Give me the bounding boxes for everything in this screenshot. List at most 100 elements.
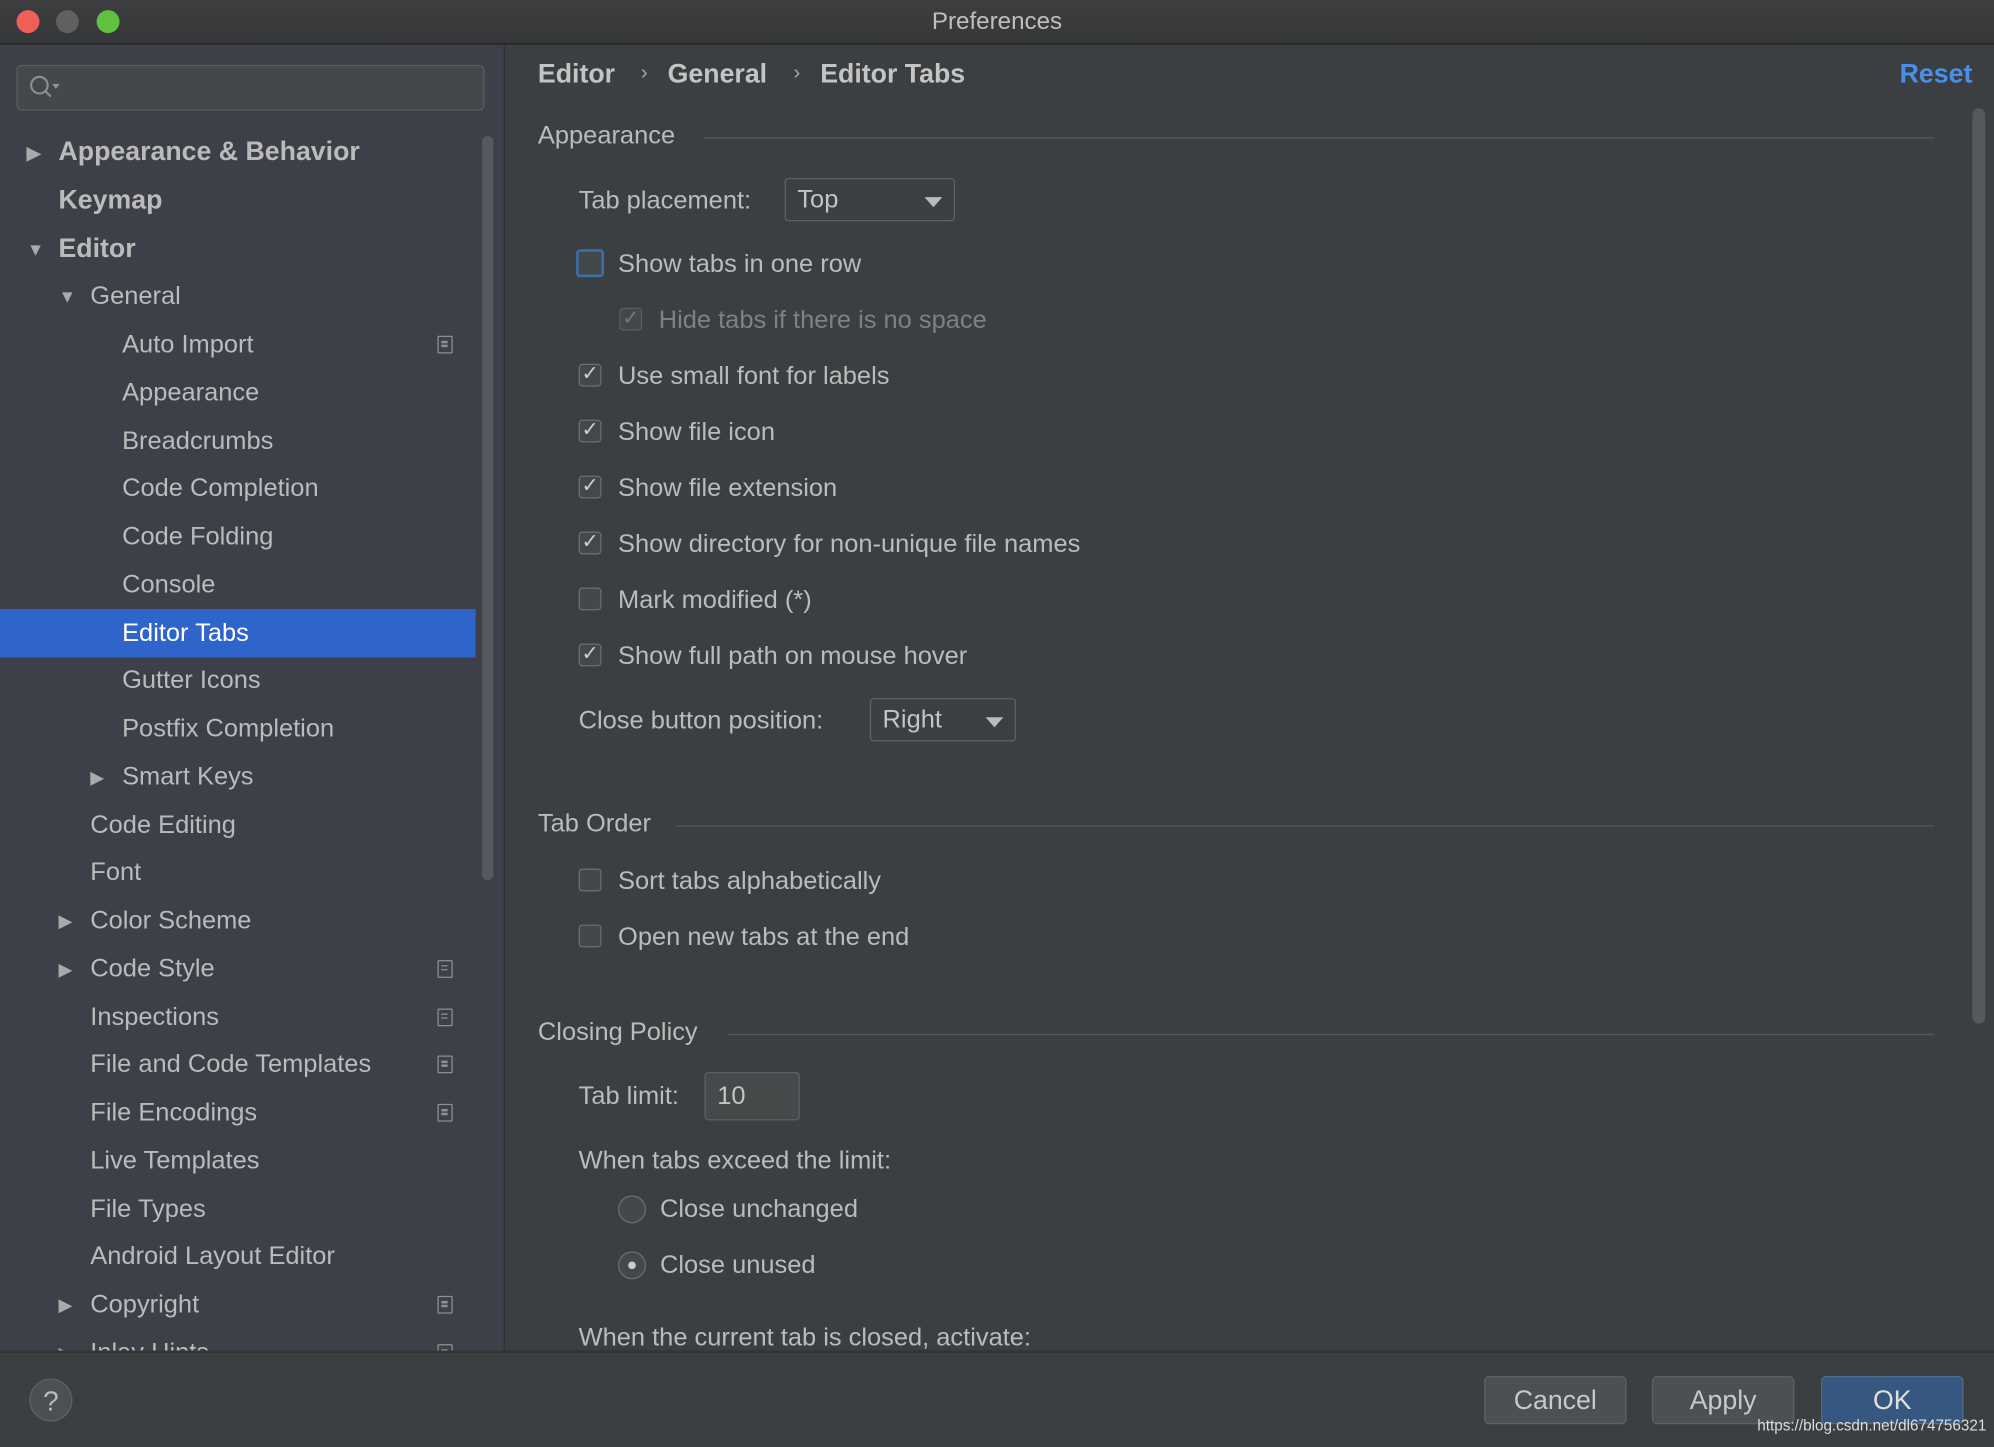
sidebar-item-label: Gutter Icons	[122, 666, 261, 695]
sidebar-item[interactable]: Console	[0, 560, 476, 608]
chevron-down-icon	[985, 717, 1004, 728]
checkbox-label: Hide tabs if there is no space	[658, 306, 987, 335]
checkbox[interactable]	[578, 868, 602, 892]
sidebar-item[interactable]: Font	[0, 849, 476, 897]
sidebar-item-label: Copyright	[90, 1290, 200, 1319]
chevron-right-icon[interactable]: ▶	[58, 1329, 72, 1351]
checkbox[interactable]: ✓	[619, 307, 643, 331]
checkbox-label: Open new tabs at the end	[618, 923, 910, 952]
tab-limit-input[interactable]: 10	[704, 1072, 800, 1121]
sidebar-item[interactable]: File and Code Templates	[0, 1041, 476, 1089]
chevron-right-icon[interactable]: ▶	[58, 945, 72, 993]
chevron-right-icon[interactable]: ▶	[90, 753, 104, 801]
sidebar-item-label: Inlay Hints	[90, 1329, 209, 1351]
radio-button[interactable]	[618, 1195, 647, 1224]
cancel-button[interactable]: Cancel	[1484, 1375, 1627, 1425]
checkbox-label: Show file extension	[618, 474, 838, 503]
chevron-down-icon[interactable]: ▼	[27, 224, 45, 272]
chevron-right-icon: ›	[793, 62, 801, 84]
sidebar-item-label: Postfix Completion	[122, 714, 335, 743]
checkbox[interactable]: ✓	[578, 475, 602, 499]
sidebar-item[interactable]: Breadcrumbs	[0, 416, 476, 464]
sidebar-item[interactable]: Code Editing	[0, 801, 476, 849]
search-icon	[30, 75, 60, 98]
watermark: https://blog.csdn.net/dl674756321	[1757, 1416, 1987, 1435]
chevron-right-icon[interactable]: ▶	[58, 897, 72, 945]
sidebar-item-label: Breadcrumbs	[122, 426, 274, 455]
checkbox[interactable]: ✓	[578, 531, 602, 555]
sidebar-item[interactable]: ▼ General	[0, 272, 476, 320]
project-settings-icon	[437, 1055, 453, 1074]
sidebar-item[interactable]: Keymap	[0, 176, 476, 224]
chevron-right-icon[interactable]: ▶	[58, 1281, 72, 1329]
sidebar-item[interactable]: Postfix Completion	[0, 705, 476, 753]
section-appearance-title: Appearance	[537, 122, 676, 151]
sidebar-item-label: Console	[122, 570, 216, 599]
sidebar-item[interactable]: Code Completion	[0, 464, 476, 512]
sidebar-item-label: Auto Import	[122, 330, 254, 359]
close-button-position-dropdown[interactable]: Right	[869, 698, 1017, 742]
sidebar-item[interactable]: ▶ Smart Keys	[0, 753, 476, 801]
sidebar-item-label: Code Folding	[122, 522, 274, 551]
sidebar-item-label: Appearance & Behavior	[58, 137, 360, 167]
sidebar-scrollbar[interactable]	[481, 136, 494, 881]
checkbox[interactable]	[578, 924, 602, 948]
sidebar-item-label: Android Layout Editor	[90, 1242, 335, 1271]
divider	[675, 825, 1935, 827]
sidebar-item-label: Live Templates	[90, 1146, 260, 1175]
sidebar-item[interactable]: Auto Import	[0, 320, 476, 368]
project-settings-icon	[437, 1103, 453, 1122]
checkbox-label: Mark modified (*)	[618, 586, 812, 615]
search-input[interactable]	[16, 64, 485, 111]
exceed-limit-label: When tabs exceed the limit:	[578, 1147, 892, 1176]
sidebar-item-label: Editor	[58, 233, 136, 263]
sidebar-item[interactable]: ▶ Appearance & Behavior	[0, 128, 476, 176]
sidebar-item[interactable]: File Types	[0, 1185, 476, 1233]
sidebar-item[interactable]: Appearance	[0, 368, 476, 416]
radio-label: Close unchanged	[660, 1195, 858, 1224]
sidebar-item[interactable]: ▶ Code Style	[0, 945, 476, 993]
sidebar-item[interactable]: ▶ Color Scheme	[0, 897, 476, 945]
divider	[728, 1033, 1935, 1036]
sidebar-item[interactable]: ▼ Editor	[0, 224, 476, 272]
chevron-right-icon[interactable]: ▶	[27, 128, 41, 176]
sidebar-item[interactable]: Gutter Icons	[0, 657, 476, 705]
sidebar-item-label: Editor Tabs	[122, 618, 249, 647]
divider	[703, 137, 1935, 139]
checkbox[interactable]: ✓	[578, 363, 602, 387]
sidebar-item-label: Keymap	[58, 185, 163, 215]
checkbox-label: Show directory for non-unique file names	[618, 530, 1081, 559]
sidebar-item[interactable]: Code Folding	[0, 512, 476, 560]
section-tab-order-title: Tab Order	[537, 810, 652, 839]
sidebar-item[interactable]: Live Templates	[0, 1137, 476, 1185]
breadcrumb-editor-tabs: Editor Tabs	[820, 59, 966, 90]
chevron-down-icon[interactable]: ▼	[58, 272, 76, 320]
help-button[interactable]: ?	[29, 1378, 73, 1422]
sidebar-item[interactable]: ▶ Inlay Hints	[0, 1329, 476, 1351]
checkbox[interactable]: ✓	[578, 643, 602, 667]
sidebar-item-label: Code Style	[90, 954, 215, 983]
sidebar-item[interactable]: Inspections	[0, 993, 476, 1041]
sidebar-item-label: Font	[90, 858, 142, 887]
sidebar-item-label: File Types	[90, 1194, 206, 1223]
tab-placement-dropdown[interactable]: Top	[784, 178, 956, 222]
checkbox-label: Show tabs in one row	[618, 250, 862, 279]
sidebar-item-label: General	[90, 282, 181, 311]
checkbox[interactable]	[578, 587, 602, 611]
section-closing-policy-title: Closing Policy	[537, 1018, 698, 1047]
radio-button[interactable]	[618, 1251, 647, 1280]
sidebar-item[interactable]: ▶ Copyright	[0, 1281, 476, 1329]
checkbox[interactable]: ✓	[578, 419, 602, 443]
close-button-position-label: Close button position:	[578, 707, 824, 736]
checkbox-label: Show file icon	[618, 418, 775, 447]
sidebar-item-label: Smart Keys	[122, 762, 254, 791]
sidebar-item-label: File and Code Templates	[90, 1050, 372, 1079]
reset-link[interactable]: Reset	[1900, 60, 1973, 91]
sidebar-item[interactable]: File Encodings	[0, 1089, 476, 1137]
settings-panel: Editor › General › Editor Tabs Reset App…	[505, 45, 1994, 1351]
checkbox[interactable]	[576, 249, 605, 278]
sidebar-item[interactable]: Android Layout Editor	[0, 1233, 476, 1281]
chevron-down-icon	[924, 197, 943, 208]
sidebar-item[interactable]: Editor Tabs	[0, 608, 476, 657]
panel-scrollbar[interactable]	[1972, 108, 1986, 1024]
